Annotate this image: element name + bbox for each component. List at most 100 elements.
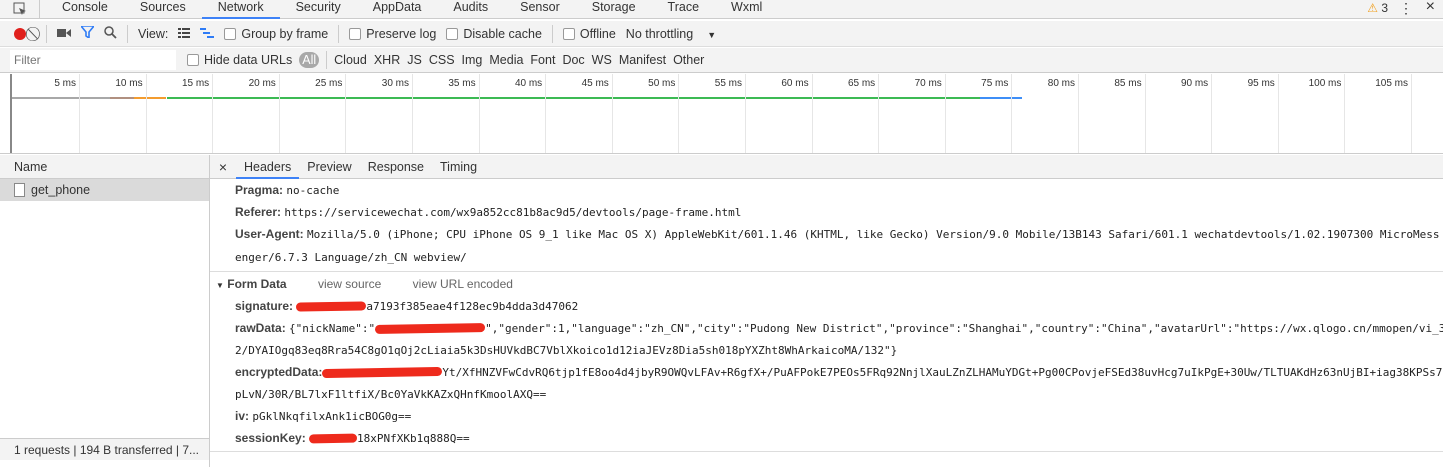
timeline-tick-label: 70 ms [914,78,942,89]
type-filter-media[interactable]: Media [489,53,523,67]
waterfall-icon[interactable] [200,27,215,41]
redaction-mark [322,367,443,379]
type-filter-css[interactable]: CSS [429,53,455,67]
tab-appdata[interactable]: AppData [357,0,438,19]
timeline-gridline [745,74,746,153]
record-button[interactable] [14,27,26,40]
timeline-bar-queue [12,97,110,99]
header-user-agent: User-Agent: Mozilla/5.0 (iPhone; CPU iPh… [235,227,1440,264]
timeline-tick-label: 50 ms [648,78,676,89]
timeline-tick-label: 80 ms [1047,78,1075,89]
timeline-tick-label: 35 ms [448,78,476,89]
type-filter-js[interactable]: JS [407,53,422,67]
timeline-gridline [478,74,480,153]
offline-checkbox[interactable]: Offline [562,27,616,41]
view-label: View: [138,26,169,41]
timeline-gridline [878,74,880,153]
tab-storage[interactable]: Storage [576,0,652,19]
tab-trace[interactable]: Trace [652,0,716,19]
timeline-tick-label: 90 ms [1180,78,1209,89]
timeline-tick-label: 10 ms [115,78,143,89]
timeline-tick-label: 30 ms [381,78,409,89]
type-filter-cloud[interactable]: Cloud [334,53,367,67]
network-toolbar: ⃠ View: Group by frame Preserve log Disa… [0,21,1443,47]
tab-headers[interactable]: Headers [236,155,300,179]
timeline-tick-label: 65 ms [847,78,876,89]
request-list: Name get_phone 1 requests | 194 B transf… [0,155,210,467]
tab-preview[interactable]: Preview [299,155,359,179]
timeline-gridline [1344,74,1346,153]
timeline-tick-label: 5 ms [54,78,76,89]
triangle-down-icon[interactable]: ▼ [216,281,224,290]
search-icon[interactable] [104,25,117,42]
type-filter-other[interactable]: Other [673,53,704,67]
capture-screenshots-icon[interactable] [57,27,71,41]
tab-console[interactable]: Console [46,0,124,19]
view-url-encoded-link[interactable]: view URL encoded [413,277,513,291]
close-details-icon[interactable]: × [210,159,236,175]
timeline-bar-waiting [167,97,980,99]
timeline-tick-label: 25 ms [315,78,343,89]
timeline-gridline [145,74,147,153]
tab-wxml[interactable]: Wxml [715,0,778,19]
timeline-handle[interactable] [10,74,12,153]
timeline-bar-stalled [110,97,134,99]
request-row[interactable]: get_phone [0,179,209,201]
timeline-bar-connect [134,97,166,99]
form-iv: iv: pGklNkqfilxAnk1icBOG0g== [235,409,412,423]
timeline-gridline [212,74,214,153]
timeline-gridline [1078,74,1079,153]
disable-cache-checkbox[interactable]: Disable cache [446,27,542,41]
type-filter-all[interactable]: All [299,52,320,68]
timeline-tick-label: 15 ms [181,78,210,89]
timeline-tick-label: 75 ms [981,78,1009,89]
timeline-tick-label: 40 ms [514,78,543,89]
timeline-gridline [1211,74,1213,153]
panel-tabs: Console Sources Network Security AppData… [0,0,1443,19]
tab-sources[interactable]: Sources [124,0,202,19]
status-bar: 1 requests | 194 B transferred | 7... [0,438,209,460]
form-data-title[interactable]: Form Data [227,277,286,291]
type-filter-doc[interactable]: Doc [562,53,584,67]
type-filter-ws[interactable]: WS [592,53,612,67]
filter-input[interactable] [10,50,176,70]
type-filter-manifest[interactable]: Manifest [619,53,666,67]
view-source-link[interactable]: view source [318,277,381,291]
type-filter-font[interactable]: Font [530,53,555,67]
inspect-element-icon[interactable] [0,0,40,19]
timeline-tick-label: 55 ms [714,78,742,89]
tab-sensor[interactable]: Sensor [504,0,576,19]
type-filter-img[interactable]: Img [462,53,483,67]
type-filter-xhr[interactable]: XHR [374,53,400,67]
tab-timing[interactable]: Timing [432,155,485,179]
close-icon[interactable]: × [1426,0,1435,16]
timeline-tick-label: 85 ms [1114,78,1142,89]
hide-data-urls-checkbox[interactable]: Hide data URLs [187,53,292,67]
form-encrypteddata-cont: pLvN/30R/BL7lxF1ltfiX/Bc0YaVkKAZxQHnfKmo… [235,388,547,401]
redaction-mark [375,323,486,335]
filter-bar: Hide data URLs All Cloud XHR JS CSS Img … [0,48,1443,73]
timeline-tick-label: 60 ms [781,78,809,89]
name-column-header[interactable]: Name [0,155,209,179]
large-rows-icon[interactable] [178,27,191,41]
form-rawdata: rawData: {"nickName":" ","gender":1,"lang… [235,321,1443,335]
header-referer: Referer: https://servicewechat.com/wx9a8… [235,205,742,219]
tab-audits[interactable]: Audits [437,0,504,19]
tab-network[interactable]: Network [201,0,280,19]
timeline-overview[interactable]: 5 ms 10 ms 15 ms 20 ms 25 ms 30 ms 35 ms 40 ms 4… [0,74,1443,154]
tab-response[interactable]: Response [360,155,432,179]
redaction-mark [308,433,358,444]
group-by-frame-checkbox[interactable]: Group by frame [224,27,328,41]
timeline-gridline [1144,74,1146,153]
preserve-log-checkbox[interactable]: Preserve log [349,27,436,41]
tab-security[interactable]: Security [280,0,357,19]
timeline-tick-label: 95 ms [1247,78,1275,89]
filter-icon[interactable] [79,25,96,41]
form-encrypteddata: encryptedData: Yt/XfHNZVFwCdvRQ6tjp1fE8oo… [235,365,1443,379]
warnings-badge[interactable]: ⚠ 3 [1367,1,1388,15]
throttling-select[interactable]: No throttling ▼ [626,27,716,41]
request-details: × Headers Preview Response Timing Pragma… [210,155,1443,467]
timeline-gridline [611,74,613,153]
more-options-icon[interactable]: ⋮ [1399,0,1413,17]
timeline-gridline [944,74,946,153]
